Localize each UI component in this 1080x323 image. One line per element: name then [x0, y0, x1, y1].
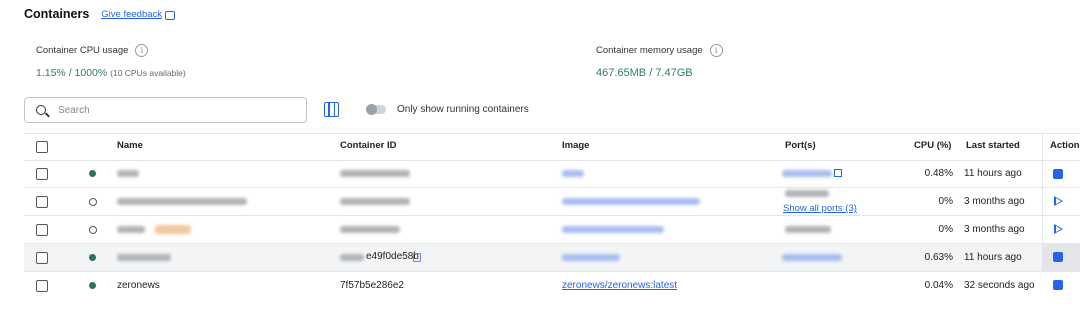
redacted-container-id — [340, 226, 400, 233]
divider — [24, 271, 1080, 272]
memory-usage-stat: Container memory usage i 467.65MB / 7.47… — [596, 44, 723, 79]
column-header-action: Action — [1050, 140, 1080, 151]
hovered-row-background — [24, 243, 1080, 271]
cpu-usage-label: Container CPU usage — [36, 45, 129, 56]
play-icon[interactable] — [1054, 196, 1063, 206]
divider — [24, 243, 1080, 244]
redacted-name[interactable] — [117, 254, 171, 261]
cpu-usage-stat: Container CPU usage i 1.15% / 1000% (10 … — [36, 44, 186, 79]
memory-usage-value: 467.65MB / 7.47GB — [596, 67, 693, 79]
cpu-count-note: (10 CPUs available) — [110, 68, 186, 78]
cpu-value: 0% — [938, 196, 953, 207]
redacted-name[interactable] — [117, 170, 139, 177]
memory-usage-label: Container memory usage — [596, 45, 703, 56]
action-column-divider — [1042, 133, 1043, 273]
last-started: 3 months ago — [964, 196, 1025, 207]
status-running-icon — [89, 170, 96, 177]
page-title: Containers — [24, 7, 90, 21]
redacted-image-link[interactable] — [562, 170, 584, 177]
give-feedback-link[interactable]: Give feedback — [101, 8, 176, 20]
last-started: 3 months ago — [964, 224, 1025, 235]
row-checkbox[interactable] — [36, 224, 48, 236]
last-started: 11 hours ago — [964, 252, 1022, 263]
divider — [24, 187, 1080, 188]
play-icon[interactable] — [1054, 224, 1063, 234]
redacted-port — [785, 190, 829, 197]
redacted-image-link[interactable] — [562, 226, 664, 233]
row-checkbox[interactable] — [36, 196, 48, 208]
info-icon[interactable]: i — [709, 44, 723, 57]
cpu-value: 0.04% — [924, 280, 953, 291]
page-header: Containers Give feedback — [24, 7, 176, 21]
cpu-value: 0% — [938, 224, 953, 235]
redacted-port-link[interactable] — [782, 254, 842, 261]
redacted-badge — [155, 225, 191, 234]
divider — [24, 215, 1080, 216]
stop-icon[interactable] — [1053, 280, 1063, 290]
feedback-icon — [165, 10, 176, 20]
columns-icon[interactable] — [324, 102, 339, 117]
column-header-ports[interactable]: Port(s) — [785, 140, 816, 151]
divider — [24, 160, 1080, 161]
redacted-container-id — [340, 198, 410, 205]
running-only-toggle[interactable] — [366, 104, 386, 115]
last-started: 11 hours ago — [964, 168, 1022, 179]
status-stopped-icon — [89, 198, 97, 206]
column-header-container-id[interactable]: Container ID — [340, 140, 396, 151]
redacted-container-id — [340, 170, 410, 177]
search-icon — [36, 105, 46, 115]
column-header-last-started[interactable]: Last started — [966, 140, 1020, 151]
status-stopped-icon — [89, 226, 97, 234]
stop-icon[interactable] — [1053, 252, 1063, 262]
container-name[interactable]: zeronews — [117, 280, 160, 291]
divider — [24, 133, 1080, 134]
redacted-port — [785, 226, 831, 233]
external-link-icon[interactable] — [834, 169, 842, 177]
column-header-name[interactable]: Name — [117, 140, 143, 151]
column-header-cpu[interactable]: CPU (%) — [914, 140, 951, 151]
copy-icon[interactable] — [413, 253, 421, 262]
redacted-port-link[interactable] — [782, 170, 832, 177]
column-header-image[interactable]: Image — [562, 140, 589, 151]
row-checkbox[interactable] — [36, 252, 48, 264]
redacted-name[interactable] — [117, 198, 247, 205]
stop-icon[interactable] — [1053, 169, 1063, 179]
redacted-image-link[interactable] — [562, 254, 620, 261]
running-only-label: Only show running containers — [397, 104, 529, 115]
cpu-value: 0.63% — [924, 252, 953, 263]
row-checkbox[interactable] — [36, 280, 48, 292]
info-icon[interactable]: i — [135, 44, 149, 57]
row-checkbox[interactable] — [36, 168, 48, 180]
search-input[interactable] — [56, 103, 280, 117]
container-id: 7f57b5e286e2 — [340, 280, 404, 291]
select-all-checkbox[interactable] — [36, 141, 48, 153]
redacted-name[interactable] — [117, 226, 145, 233]
redacted-image-link[interactable] — [562, 198, 700, 205]
show-all-ports-link[interactable]: Show all ports (3) — [783, 203, 857, 214]
container-id-partial: e49f0de58b — [366, 251, 419, 262]
status-running-icon — [89, 282, 96, 289]
status-running-icon — [89, 254, 96, 261]
give-feedback-label: Give feedback — [101, 8, 163, 20]
redacted-container-id-prefix — [340, 254, 364, 261]
image-link[interactable]: zeronews/zeronews:latest — [562, 280, 677, 291]
last-started: 32 seconds ago — [964, 280, 1035, 291]
cpu-value: 0.48% — [924, 168, 953, 179]
search-box[interactable] — [24, 97, 307, 123]
cpu-usage-value: 1.15% / 1000% — [36, 67, 108, 79]
